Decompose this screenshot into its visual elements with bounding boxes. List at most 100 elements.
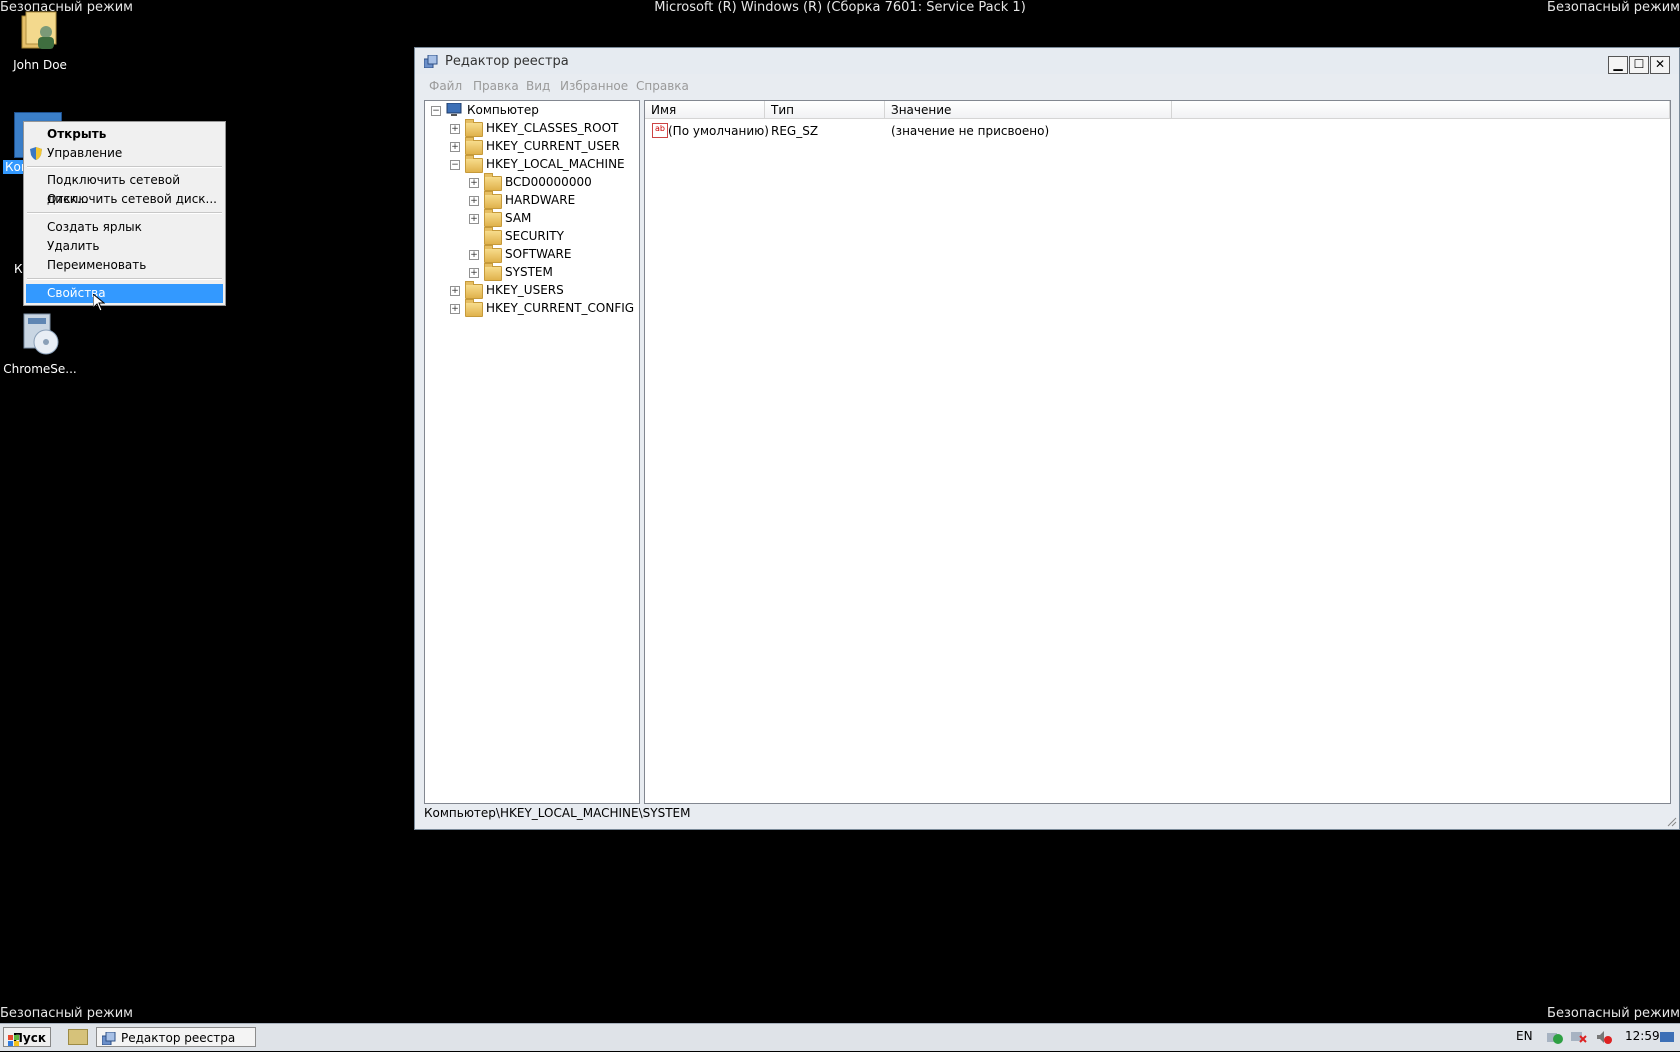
tree-label: HKEY_CLASSES_ROOT bbox=[486, 121, 619, 135]
menu-item-properties[interactable]: Свойства bbox=[26, 284, 223, 303]
show-desktop-icon[interactable] bbox=[1659, 1030, 1675, 1044]
network-disconnected-icon[interactable] bbox=[1571, 1030, 1587, 1044]
tree-label: BCD00000000 bbox=[505, 175, 592, 189]
column-header-type[interactable]: Тип bbox=[765, 101, 885, 119]
menu-item-manage[interactable]: Управление bbox=[26, 144, 223, 163]
registry-tree[interactable]: − Компьютер + HKEY_CLASSES_ROOT + HKEY_C… bbox=[424, 100, 640, 804]
clock[interactable]: 12:59 bbox=[1625, 1029, 1660, 1043]
folder-icon bbox=[465, 137, 483, 155]
expand-icon[interactable]: + bbox=[450, 304, 460, 314]
tree-node-computer[interactable]: − Компьютер bbox=[425, 102, 637, 119]
taskbar-item-regedit[interactable]: Редактор реестра bbox=[96, 1027, 256, 1047]
folder-icon bbox=[465, 299, 483, 317]
value-type: REG_SZ bbox=[771, 124, 819, 138]
registry-editor-window: Редактор реестра ▁ ☐ ✕ Файл Правка Вид И… bbox=[414, 47, 1680, 830]
window-titlebar[interactable]: Редактор реестра ▁ ☐ ✕ bbox=[415, 48, 1679, 74]
tree-node-bcd00000000[interactable]: + BCD00000000 bbox=[425, 173, 637, 191]
collapse-icon[interactable]: − bbox=[431, 106, 441, 116]
expand-icon[interactable]: + bbox=[450, 286, 460, 296]
menu-item-delete[interactable]: Удалить bbox=[26, 237, 223, 256]
expand-icon[interactable]: + bbox=[450, 142, 460, 152]
tree-node-system[interactable]: + SYSTEM bbox=[425, 263, 637, 281]
window-title: Редактор реестра bbox=[445, 54, 569, 69]
safe-mode-label-top-right: Безопасный режим bbox=[1547, 0, 1680, 15]
menu-separator bbox=[27, 212, 222, 214]
maximize-icon: ☐ bbox=[1633, 57, 1645, 71]
menu-item-create-shortcut[interactable]: Создать ярлык bbox=[26, 218, 223, 237]
expand-icon[interactable]: + bbox=[450, 124, 460, 134]
menu-separator bbox=[27, 278, 222, 280]
safe-mode-label-bottom-left: Безопасный режим bbox=[0, 1006, 133, 1021]
menu-edit[interactable]: Правка bbox=[473, 79, 519, 93]
minimize-button[interactable]: ▁ bbox=[1608, 56, 1628, 74]
explorer-folder-icon[interactable] bbox=[68, 1029, 88, 1045]
string-value-icon: ab bbox=[652, 123, 668, 138]
taskbar: Пуск Редактор реестра EN 12:59 bbox=[0, 1023, 1680, 1051]
installer-disc-icon bbox=[18, 310, 62, 358]
expand-icon[interactable]: + bbox=[469, 214, 479, 224]
tree-node-hkey-users[interactable]: + HKEY_USERS bbox=[425, 281, 637, 299]
tree-node-security[interactable]: SECURITY bbox=[425, 227, 637, 245]
close-button[interactable]: ✕ bbox=[1650, 56, 1670, 74]
column-header-empty bbox=[1172, 101, 1670, 119]
desktop-icon-user-folder[interactable]: John Doe bbox=[0, 6, 80, 72]
folder-icon bbox=[484, 263, 502, 281]
computer-node-icon bbox=[446, 102, 462, 117]
expand-icon[interactable]: + bbox=[469, 196, 479, 206]
tree-label: HKEY_USERS bbox=[486, 283, 564, 297]
tree-node-hkey-classes-root[interactable]: + HKEY_CLASSES_ROOT bbox=[425, 119, 637, 137]
desktop-icon-label: John Doe bbox=[13, 58, 67, 72]
menu-item-open[interactable]: Открыть bbox=[26, 125, 223, 144]
folder-icon bbox=[484, 191, 502, 209]
resize-grip-icon[interactable] bbox=[1665, 815, 1677, 827]
column-header-name[interactable]: Имя bbox=[645, 101, 765, 119]
desktop-icon-label: ChromeSe... bbox=[3, 362, 77, 376]
tree-label: SYSTEM bbox=[505, 265, 553, 279]
registry-values-list[interactable]: Имя Тип Значение ab (По умолчанию) REG_S… bbox=[644, 100, 1671, 804]
tree-label: HARDWARE bbox=[505, 193, 576, 207]
expand-icon[interactable]: + bbox=[469, 268, 479, 278]
regedit-app-icon bbox=[101, 1031, 116, 1046]
column-header-value[interactable]: Значение bbox=[885, 101, 1172, 119]
uac-shield-icon bbox=[30, 147, 42, 160]
regedit-app-icon bbox=[423, 54, 438, 69]
tree-node-hkey-current-user[interactable]: + HKEY_CURRENT_USER bbox=[425, 137, 637, 155]
menu-item-disconnect-network-drive[interactable]: Отключить сетевой диск... bbox=[26, 190, 223, 209]
folder-icon bbox=[465, 119, 483, 137]
safe-mode-label-bottom-right: Безопасный режим bbox=[1547, 1006, 1680, 1021]
user-folder-icon bbox=[18, 6, 62, 54]
tree-node-hardware[interactable]: + HARDWARE bbox=[425, 191, 637, 209]
security-center-icon[interactable] bbox=[1547, 1030, 1563, 1044]
folder-icon bbox=[484, 173, 502, 191]
tree-node-software[interactable]: + SOFTWARE bbox=[425, 245, 637, 263]
tree-node-sam[interactable]: + SAM bbox=[425, 209, 637, 227]
tree-node-hkey-local-machine[interactable]: − HKEY_LOCAL_MACHINE bbox=[425, 155, 637, 173]
menu-file[interactable]: Файл bbox=[429, 79, 462, 93]
volume-muted-icon[interactable] bbox=[1596, 1030, 1612, 1044]
menu-item-rename[interactable]: Переименовать bbox=[26, 256, 223, 275]
maximize-button[interactable]: ☐ bbox=[1629, 56, 1649, 74]
menu-item-map-network-drive[interactable]: Подключить сетевой диск... bbox=[26, 171, 223, 206]
menu-help[interactable]: Справка bbox=[636, 79, 689, 93]
collapse-icon[interactable]: − bbox=[450, 160, 460, 170]
menubar: Файл Правка Вид Избранное Справка bbox=[415, 76, 1679, 96]
desktop-icon-chrome-setup[interactable]: ChromeSe... bbox=[0, 310, 80, 376]
minimize-icon: ▁ bbox=[1613, 57, 1623, 71]
expand-icon[interactable]: + bbox=[469, 250, 479, 260]
tree-label: HKEY_CURRENT_CONFIG bbox=[486, 301, 635, 315]
tree-label: HKEY_LOCAL_MACHINE bbox=[486, 157, 625, 171]
mouse-cursor-icon bbox=[92, 292, 106, 312]
folder-icon bbox=[484, 209, 502, 227]
folder-icon bbox=[484, 227, 502, 245]
menu-favorites[interactable]: Избранное bbox=[560, 79, 628, 93]
folder-icon bbox=[484, 245, 502, 263]
language-indicator[interactable]: EN bbox=[1516, 1029, 1533, 1043]
start-button[interactable]: Пуск bbox=[3, 1027, 51, 1047]
tree-node-hkey-current-config[interactable]: + HKEY_CURRENT_CONFIG bbox=[425, 299, 637, 317]
expand-icon[interactable]: + bbox=[469, 178, 479, 188]
menu-separator bbox=[27, 166, 222, 168]
os-build-banner: Microsoft (R) Windows (R) (Сборка 7601: … bbox=[654, 0, 1026, 15]
menu-view[interactable]: Вид bbox=[526, 79, 550, 93]
tree-label: Компьютер bbox=[467, 103, 539, 117]
windows-flag-icon bbox=[8, 1032, 19, 1046]
